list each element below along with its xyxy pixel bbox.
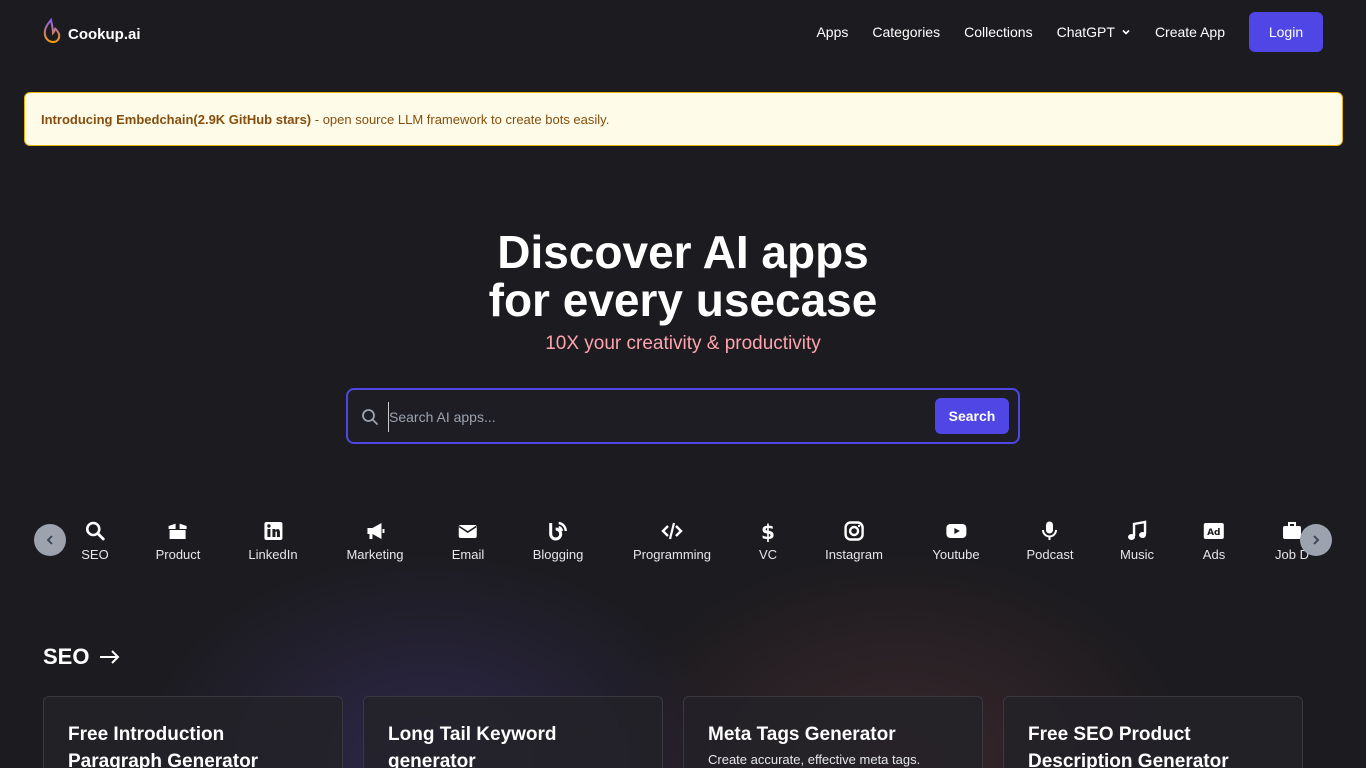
category-list: SEO Product LinkedIn Marketing Email Blo…	[70, 520, 1310, 576]
app-card[interactable]: Meta Tags Generator Create accurate, eff…	[683, 696, 983, 768]
app-card-description: Create accurate, effective meta tags.	[708, 752, 921, 767]
code-icon	[661, 522, 683, 540]
section-title: SEO	[43, 644, 90, 669]
category-label: Youtube	[932, 547, 980, 562]
youtube-icon	[946, 524, 966, 538]
microphone-icon	[1042, 521, 1058, 540]
hero-title: Discover AI apps for every usecase	[0, 228, 1366, 324]
category-product[interactable]: Product	[155, 520, 201, 576]
app-card-title: Meta Tags Generator	[708, 724, 896, 745]
category-label: Instagram	[825, 547, 883, 562]
app-card-list: Free Introduction Paragraph Generator Lo…	[43, 696, 1303, 768]
arrow-right-icon	[100, 650, 120, 664]
login-button[interactable]: Login	[1249, 12, 1323, 52]
category-label: VC	[758, 547, 778, 562]
carousel-prev-button[interactable]	[34, 524, 66, 556]
box-icon	[169, 523, 187, 539]
category-label: Blogging	[532, 547, 584, 562]
hero-title-line2: for every usecase	[488, 274, 878, 326]
carousel-next-button[interactable]	[1300, 524, 1332, 556]
search-icon	[85, 521, 105, 541]
category-label: Ads	[1202, 547, 1226, 562]
envelope-icon	[458, 525, 477, 538]
banner-text: - open source LLM framework to create bo…	[311, 111, 610, 127]
app-card-title: Long Tail Keyword generator	[388, 724, 557, 768]
category-label: Programming	[632, 547, 712, 562]
category-marketing[interactable]: Marketing	[346, 520, 404, 576]
announcement-banner[interactable]: Introducing Embedchain(2.9K GitHub stars…	[24, 92, 1343, 146]
hero-title-line1: Discover AI apps	[497, 226, 869, 278]
app-card[interactable]: Free SEO Product Description Generator	[1003, 696, 1303, 768]
instagram-icon	[844, 521, 864, 541]
category-blogging[interactable]: Blogging	[532, 520, 584, 576]
category-label: LinkedIn	[248, 547, 298, 562]
category-music[interactable]: Music	[1120, 520, 1154, 576]
category-label: Email	[451, 547, 485, 562]
app-card-title: Free SEO Product Description Generator	[1028, 724, 1229, 768]
search-button[interactable]: Search	[935, 398, 1009, 434]
chevron-down-icon	[1122, 29, 1130, 35]
category-label: Marketing	[346, 547, 404, 562]
blog-icon	[549, 521, 568, 541]
category-instagram[interactable]: Instagram	[825, 520, 883, 576]
search-bar: Search	[346, 388, 1020, 444]
chevron-left-icon	[46, 535, 53, 545]
app-card[interactable]: Long Tail Keyword generator	[363, 696, 663, 768]
site-header: Cookup.ai Apps Categories Collections Ch…	[0, 0, 1366, 70]
category-email[interactable]: Email	[451, 520, 485, 576]
nav-apps[interactable]: Apps	[816, 24, 848, 40]
nav-categories[interactable]: Categories	[872, 24, 940, 40]
ad-icon: Ad	[1204, 523, 1224, 539]
category-programming[interactable]: Programming	[633, 520, 711, 576]
hero-subtitle: 10X your creativity & productivity	[545, 333, 821, 354]
chevron-right-icon	[1313, 535, 1320, 545]
megaphone-icon	[366, 523, 384, 539]
category-ads[interactable]: Ad Ads	[1203, 520, 1225, 576]
nav-chatgpt-label: ChatGPT	[1056, 24, 1115, 40]
category-carousel: SEO Product LinkedIn Marketing Email Blo…	[0, 520, 1366, 576]
main-nav: Apps Categories Collections ChatGPT Crea…	[816, 12, 1323, 52]
section-title-link[interactable]: SEO	[43, 644, 121, 670]
linkedin-icon	[264, 522, 282, 540]
nav-collections[interactable]: Collections	[964, 24, 1032, 40]
category-label: SEO	[81, 547, 109, 562]
category-linkedin[interactable]: LinkedIn	[248, 520, 298, 576]
flame-logo-icon	[43, 18, 61, 44]
search-icon	[362, 409, 378, 425]
svg-text:$: $	[761, 520, 775, 542]
app-card-title: Free Introduction Paragraph Generator	[68, 724, 259, 768]
category-label: Podcast	[1026, 547, 1074, 562]
banner-bold-text: Introducing Embedchain(2.9K GitHub stars…	[41, 111, 312, 127]
dollar-icon: $	[761, 520, 775, 542]
category-youtube[interactable]: Youtube	[932, 520, 980, 576]
category-vc[interactable]: $ VC	[757, 520, 779, 576]
category-seo[interactable]: SEO	[81, 520, 109, 576]
logo-text: Cookup.ai	[68, 26, 141, 43]
nav-create-app[interactable]: Create App	[1155, 24, 1225, 40]
category-label: Product	[155, 547, 201, 562]
category-podcast[interactable]: Podcast	[1026, 520, 1074, 576]
category-label: Music	[1120, 547, 1154, 562]
music-icon	[1127, 520, 1147, 540]
search-input[interactable]	[388, 402, 928, 432]
svg-text:Ad: Ad	[1207, 528, 1220, 538]
logo[interactable]: Cookup.ai	[42, 18, 141, 44]
app-card[interactable]: Free Introduction Paragraph Generator	[43, 696, 343, 768]
nav-chatgpt-dropdown[interactable]: ChatGPT	[1057, 24, 1131, 40]
